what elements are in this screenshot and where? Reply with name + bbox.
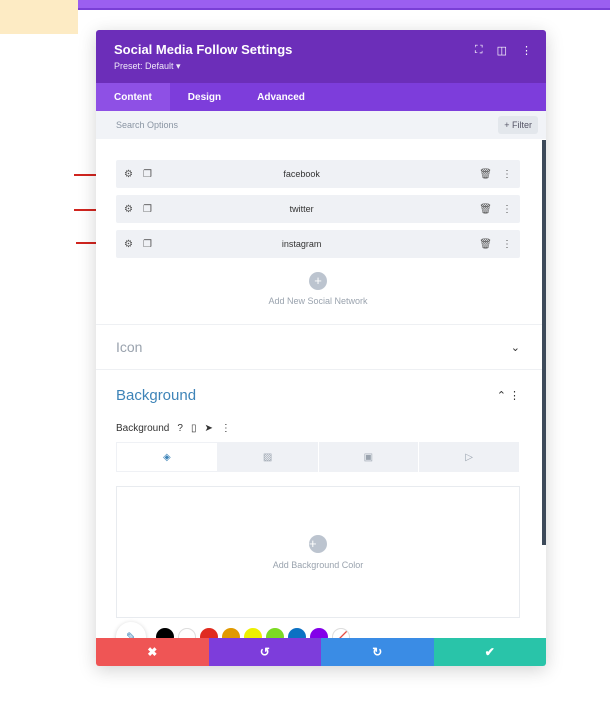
more-icon[interactable]: ⋮: [502, 239, 512, 250]
filter-button[interactable]: + Filter: [498, 116, 538, 134]
scrollbar[interactable]: [542, 140, 546, 545]
more-icon[interactable]: ⋮: [502, 204, 512, 215]
network-label: facebook: [283, 169, 320, 179]
modal-title: Social Media Follow Settings: [114, 42, 293, 57]
list-item[interactable]: ⚙ ❐ twitter 🗑 ⋮: [116, 195, 520, 223]
columns-icon[interactable]: ◫: [497, 44, 507, 57]
plus-icon[interactable]: +: [309, 272, 327, 290]
network-label: instagram: [281, 239, 322, 249]
duplicate-icon[interactable]: ❐: [143, 204, 152, 215]
modal-header: Social Media Follow Settings Preset: Def…: [96, 30, 546, 83]
duplicate-icon[interactable]: ❐: [143, 169, 152, 180]
tab-advanced[interactable]: Advanced: [239, 83, 323, 111]
icon-section-toggle[interactable]: Icon ⌄: [96, 325, 546, 369]
video-icon[interactable]: ▷: [419, 442, 520, 472]
mobile-icon[interactable]: ▯: [191, 423, 197, 434]
gear-icon[interactable]: ⚙: [124, 204, 133, 215]
gear-icon[interactable]: ⚙: [124, 239, 133, 250]
background-type-tabs: ◈ ▨ ▣ ▷: [116, 442, 520, 472]
add-color-label: Add Background Color: [272, 559, 364, 570]
save-button[interactable]: ✔: [433, 638, 546, 666]
section-title: Background: [116, 386, 197, 404]
modal-footer: ✖ ↺ ↻ ✔: [96, 638, 546, 666]
page-section-bar: [78, 0, 610, 10]
image-icon[interactable]: ▣: [319, 442, 420, 472]
section-title: Icon: [116, 339, 143, 355]
network-list: ⚙ ❐ facebook 🗑 ⋮ ⚙ ❐ twitter 🗑 ⋮ ⚙ ❐ instagra…: [96, 139, 546, 306]
gradient-icon[interactable]: ▨: [218, 442, 319, 472]
more-icon[interactable]: ⋮: [521, 44, 532, 57]
paint-bucket-icon[interactable]: ◈: [116, 442, 218, 472]
redo-button[interactable]: ↻: [321, 638, 434, 666]
list-item[interactable]: ⚙ ❐ instagram 🗑 ⋮: [116, 230, 520, 258]
help-icon[interactable]: ?: [177, 423, 183, 434]
cancel-button[interactable]: ✖: [96, 638, 209, 666]
preset-selector[interactable]: Preset: Default ▾: [114, 61, 528, 72]
add-background-color-button[interactable]: + Add Background Color: [116, 486, 520, 618]
plus-icon[interactable]: +: [309, 534, 327, 553]
search-input[interactable]: Search Options: [116, 120, 178, 130]
page-background-block: [0, 0, 78, 34]
duplicate-icon[interactable]: ❐: [143, 239, 152, 250]
chevron-down-icon[interactable]: ⌄: [511, 341, 520, 354]
list-item[interactable]: ⚙ ❐ facebook 🗑 ⋮: [116, 160, 520, 188]
tab-content[interactable]: Content: [96, 83, 170, 111]
settings-modal: Social Media Follow Settings Preset: Def…: [96, 30, 546, 666]
undo-button[interactable]: ↺: [208, 638, 321, 666]
network-label: twitter: [289, 204, 314, 214]
cursor-icon[interactable]: ➤: [204, 423, 212, 434]
trash-icon[interactable]: 🗑: [479, 204, 492, 215]
background-field-label: Background ? ▯ ➤ ⋮: [96, 420, 546, 436]
trash-icon[interactable]: 🗑: [479, 169, 492, 180]
chevron-up-icon[interactable]: ⌃ ⋮: [497, 389, 520, 402]
background-section-toggle[interactable]: Background ⌃ ⋮: [96, 370, 546, 420]
add-network-button[interactable]: + Add New Social Network: [116, 265, 520, 306]
gear-icon[interactable]: ⚙: [124, 169, 133, 180]
tab-design[interactable]: Design: [170, 83, 239, 111]
search-bar: Search Options + Filter: [96, 111, 546, 139]
expand-icon[interactable]: ⛶: [475, 44, 483, 57]
more-icon[interactable]: ⋮: [221, 423, 231, 434]
add-network-label: Add New Social Network: [268, 296, 368, 306]
trash-icon[interactable]: 🗑: [479, 239, 492, 250]
tab-bar: Content Design Advanced: [96, 83, 546, 111]
more-icon[interactable]: ⋮: [502, 169, 512, 180]
field-label: Background: [116, 422, 170, 434]
